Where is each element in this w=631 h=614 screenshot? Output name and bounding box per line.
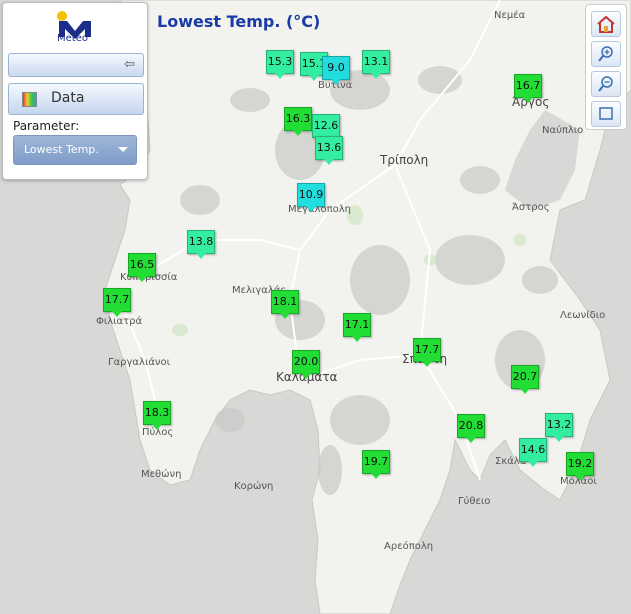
station-marker[interactable]: 16.3 <box>284 107 312 136</box>
station-marker[interactable]: 20.8 <box>457 414 485 443</box>
station-marker[interactable]: 18.3 <box>143 401 171 430</box>
logo-text: Meteo <box>57 33 88 44</box>
control-panel: Meteo ⇦ Data Parameter: Lowest Temp. <box>2 2 148 180</box>
station-marker[interactable]: 20.7 <box>511 365 539 394</box>
station-marker[interactable]: 14.6 <box>519 438 547 467</box>
home-icon <box>597 15 615 33</box>
station-marker[interactable]: 17.7 <box>103 288 131 317</box>
back-arrow-icon[interactable]: ⇦ <box>124 57 135 72</box>
place-label: Φιλιατρά <box>96 316 143 327</box>
station-marker[interactable]: 13.8 <box>187 230 215 259</box>
station-marker[interactable]: 12.6 <box>312 114 340 143</box>
zoom-out-icon <box>598 76 613 92</box>
parameter-select-value: Lowest Temp. <box>24 143 99 156</box>
place-label: Άστρος <box>512 202 550 213</box>
station-marker[interactable]: 16.7 <box>514 74 542 103</box>
station-marker[interactable]: 13.6 <box>315 136 343 165</box>
place-label: Λεωνίδιο <box>560 310 606 321</box>
map-title: Lowest Temp. (°C) <box>157 12 321 31</box>
zoom-in-button[interactable] <box>591 41 621 67</box>
place-label: Γαργαλιάνοι <box>108 357 171 368</box>
station-marker[interactable]: 19.7 <box>362 450 390 479</box>
collapse-bar[interactable]: ⇦ <box>8 53 144 77</box>
station-marker[interactable]: 13.1 <box>362 50 390 79</box>
data-button-label: Data <box>51 90 85 106</box>
home-button[interactable] <box>591 11 621 37</box>
station-marker[interactable]: 10.9 <box>297 183 325 212</box>
station-marker[interactable]: 20.0 <box>292 350 320 379</box>
place-label: Τρίπολη <box>380 153 429 167</box>
zoom-out-button[interactable] <box>591 71 621 97</box>
station-marker[interactable]: 15.3 <box>266 50 294 79</box>
parameter-label: Parameter: <box>13 119 80 133</box>
zoom-in-icon <box>598 46 613 62</box>
map-toolbar <box>585 4 627 130</box>
station-marker[interactable]: 13.2 <box>545 413 573 442</box>
station-marker[interactable]: 18.1 <box>271 290 299 319</box>
place-label: Κορώνη <box>234 481 274 492</box>
color-scale-icon <box>22 92 37 107</box>
station-marker[interactable]: 16.5 <box>128 253 156 282</box>
fullscreen-icon <box>599 107 613 120</box>
place-label: Μεθώνη <box>141 469 182 480</box>
parameter-select[interactable]: Lowest Temp. <box>13 135 137 165</box>
station-marker[interactable]: 17.7 <box>413 338 441 367</box>
station-marker[interactable]: 17.1 <box>343 313 371 342</box>
data-button[interactable]: Data <box>8 83 144 115</box>
station-marker[interactable]: 19.2 <box>566 452 594 481</box>
station-marker[interactable]: 9.0 <box>322 56 350 85</box>
place-label: Γύθειο <box>458 496 491 507</box>
chevron-down-icon <box>118 147 128 152</box>
place-label: Ναύπλιο <box>542 125 584 136</box>
fullscreen-button[interactable] <box>591 101 621 127</box>
place-label: Νεμέα <box>494 10 526 21</box>
place-label: Αρεόπολη <box>384 541 434 552</box>
